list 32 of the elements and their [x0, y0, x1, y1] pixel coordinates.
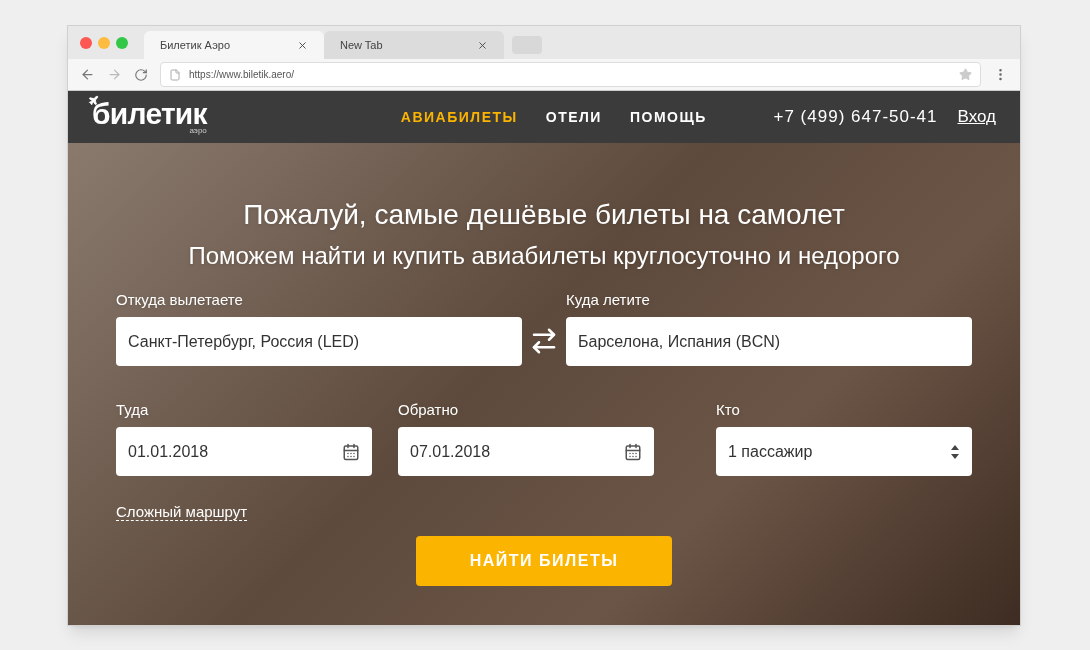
- input-field[interactable]: 1 пассажир: [716, 427, 972, 476]
- field-label: Куда летите: [566, 291, 651, 309]
- calendar-icon[interactable]: [342, 442, 360, 461]
- input-field[interactable]: 01.01.2018: [116, 427, 372, 476]
- page-icon: [169, 68, 181, 81]
- nav-link[interactable]: ПОМОЩЬ: [629, 106, 707, 128]
- close-window-icon[interactable]: [80, 36, 92, 49]
- site-logo[interactable]: билетикаэро: [92, 99, 207, 135]
- calendar-icon[interactable]: [624, 442, 642, 461]
- input-field[interactable]: Санкт-Петербург, Россия (LED): [116, 317, 522, 366]
- browser-tab[interactable]: Билетик Аэро: [144, 31, 324, 59]
- browser-tab[interactable]: New Tab: [324, 31, 504, 59]
- complex-route-link[interactable]: Сложный маршрут: [116, 503, 248, 521]
- field-label: Кто: [716, 401, 741, 419]
- input-field[interactable]: 07.01.2018: [398, 427, 654, 476]
- address-bar[interactable]: https://www.biletik.aero/: [160, 62, 981, 87]
- field-label: Туда: [116, 401, 150, 419]
- nav-link[interactable]: ОТЕЛИ: [545, 106, 602, 128]
- close-tab-icon[interactable]: [297, 39, 308, 51]
- sort-arrows-icon[interactable]: [950, 443, 960, 460]
- hero-subtitle: Поможем найти и купить авиабилеты круглосуточно и недорого: [188, 241, 900, 271]
- nav-link[interactable]: АВИАБИЛЕТЫ: [400, 106, 518, 128]
- login-link[interactable]: Вход: [957, 104, 996, 130]
- field-label: Обратно: [398, 401, 460, 419]
- close-tab-icon[interactable]: [477, 39, 488, 51]
- phone-number: +7 (499) 647-50-41: [773, 106, 938, 129]
- field-label: Откуда вылетаете: [116, 291, 244, 309]
- hero-title: Пожалуй, самые дешёвые билеты на самолет: [243, 199, 845, 231]
- bookmark-star-icon[interactable]: [959, 68, 972, 81]
- back-icon[interactable]: [80, 67, 95, 82]
- reload-icon[interactable]: [134, 67, 148, 82]
- input-field[interactable]: Барселона, Испания (BCN): [566, 317, 972, 366]
